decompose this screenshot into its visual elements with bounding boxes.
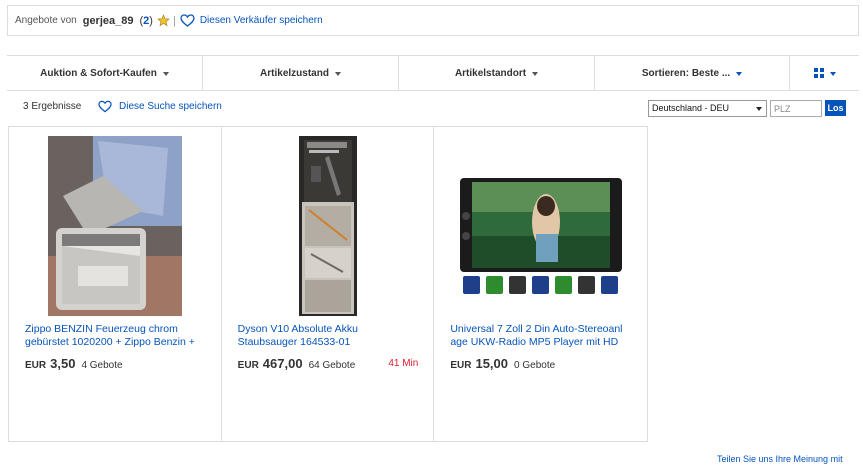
item-card[interactable]: Zippo BENZIN Feuerzeug chrom gebürstet 1… [9, 127, 222, 441]
seller-bar: Angebote von gerjea_89 (2) | Diesen Verk… [7, 5, 859, 36]
item-title[interactable]: Zippo BENZIN Feuerzeug chrom gebürstet 1… [25, 323, 215, 349]
seller-prefix: Angebote von [15, 15, 77, 26]
item-image-dyson[interactable] [298, 136, 357, 316]
feedback-link[interactable]: Teilen Sie uns Ihre Meinung mit [717, 454, 843, 464]
item-card[interactable]: Universal 7 Zoll 2 Din Auto-Stereoanl ag… [434, 127, 647, 441]
filter-label: Artikelstandort [454, 67, 527, 79]
score-close-paren: ) [149, 14, 153, 27]
country-select-value: Deutschland - DEU [652, 103, 730, 113]
save-seller-link[interactable]: Diesen Verkäufer speichern [200, 15, 323, 26]
filter-label: Artikelzustand [260, 67, 329, 79]
item-bids: 0 Gebote [514, 360, 556, 371]
separator: | [172, 14, 176, 27]
country-select[interactable]: Deutschland - DEU [648, 100, 767, 117]
item-time-left: 41 Min [388, 358, 419, 369]
save-search-link[interactable]: Diese Suche speichern [119, 101, 222, 112]
filter-auction-buy-now[interactable]: Auktion & Sofort-Kaufen [7, 56, 203, 90]
filter-condition[interactable]: Artikelzustand [203, 56, 399, 90]
item-title[interactable]: Dyson V10 Absolute Akku Staubsauger 1645… [238, 323, 428, 349]
item-title[interactable]: Universal 7 Zoll 2 Din Auto-Stereoanl ag… [450, 323, 640, 349]
postal-code-input[interactable] [770, 100, 822, 117]
caret-down-icon [829, 71, 836, 76]
results-count: 3 Ergebnisse [23, 101, 82, 112]
item-price-row: EUR 15,00 0 Gebote [450, 356, 640, 371]
item-price: 3,50 [50, 356, 76, 371]
item-bids: 64 Gebote [308, 360, 356, 371]
item-price: 15,00 [475, 356, 509, 371]
seller-feedback-score[interactable]: (2) [139, 15, 152, 27]
view-toggle[interactable] [790, 56, 859, 90]
select-arrow-icon [756, 107, 762, 111]
item-currency: EUR [450, 360, 472, 371]
item-title-line2: gebürstet 1020200 + Zippo Benzin + [25, 336, 195, 348]
filter-bar: Auktion & Sofort-Kaufen Artikelzustand A… [7, 55, 859, 91]
item-currency: EUR [25, 360, 47, 371]
results-bar: 3 Ergebnisse Diese Suche speichern Deuts… [7, 96, 859, 120]
item-title-line2: Staubsauger 164533-01 [237, 336, 351, 348]
item-price-row: EUR 3,50 4 Gebote [25, 356, 215, 371]
seller-star-icon [157, 14, 170, 27]
item-card[interactable]: Dyson V10 Absolute Akku Staubsauger 1645… [222, 127, 435, 441]
item-image-zippo[interactable] [48, 136, 182, 316]
caret-down-icon [532, 71, 539, 76]
item-title-line1: Dyson V10 Absolute Akku [237, 323, 358, 335]
item-grid: Zippo BENZIN Feuerzeug chrom gebürstet 1… [8, 126, 648, 442]
seller-name[interactable]: gerjea_89 [83, 15, 134, 27]
go-button[interactable]: Los [825, 100, 846, 116]
item-price: 467,00 [262, 356, 303, 371]
heart-icon[interactable] [180, 14, 195, 27]
item-title-line1: Zippo BENZIN Feuerzeug chrom [25, 323, 178, 335]
caret-down-icon [736, 71, 743, 76]
item-currency: EUR [237, 360, 259, 371]
filter-location[interactable]: Artikelstandort [399, 56, 595, 90]
item-title-line2: age UKW-Radio MP5 Player mit HD [450, 336, 619, 348]
heart-icon[interactable] [98, 100, 112, 113]
caret-down-icon [162, 71, 169, 76]
grid-view-icon [813, 68, 824, 78]
item-title-line1: Universal 7 Zoll 2 Din Auto-Stereoanl [450, 323, 623, 335]
caret-down-icon [334, 71, 341, 76]
item-image-car-radio[interactable] [458, 176, 624, 299]
filter-label: Auktion & Sofort-Kaufen [40, 67, 157, 79]
item-bids: 4 Gebote [81, 360, 123, 371]
sort-label: Sortieren: Beste ... [641, 67, 731, 79]
sort-dropdown[interactable]: Sortieren: Beste ... [595, 56, 790, 90]
